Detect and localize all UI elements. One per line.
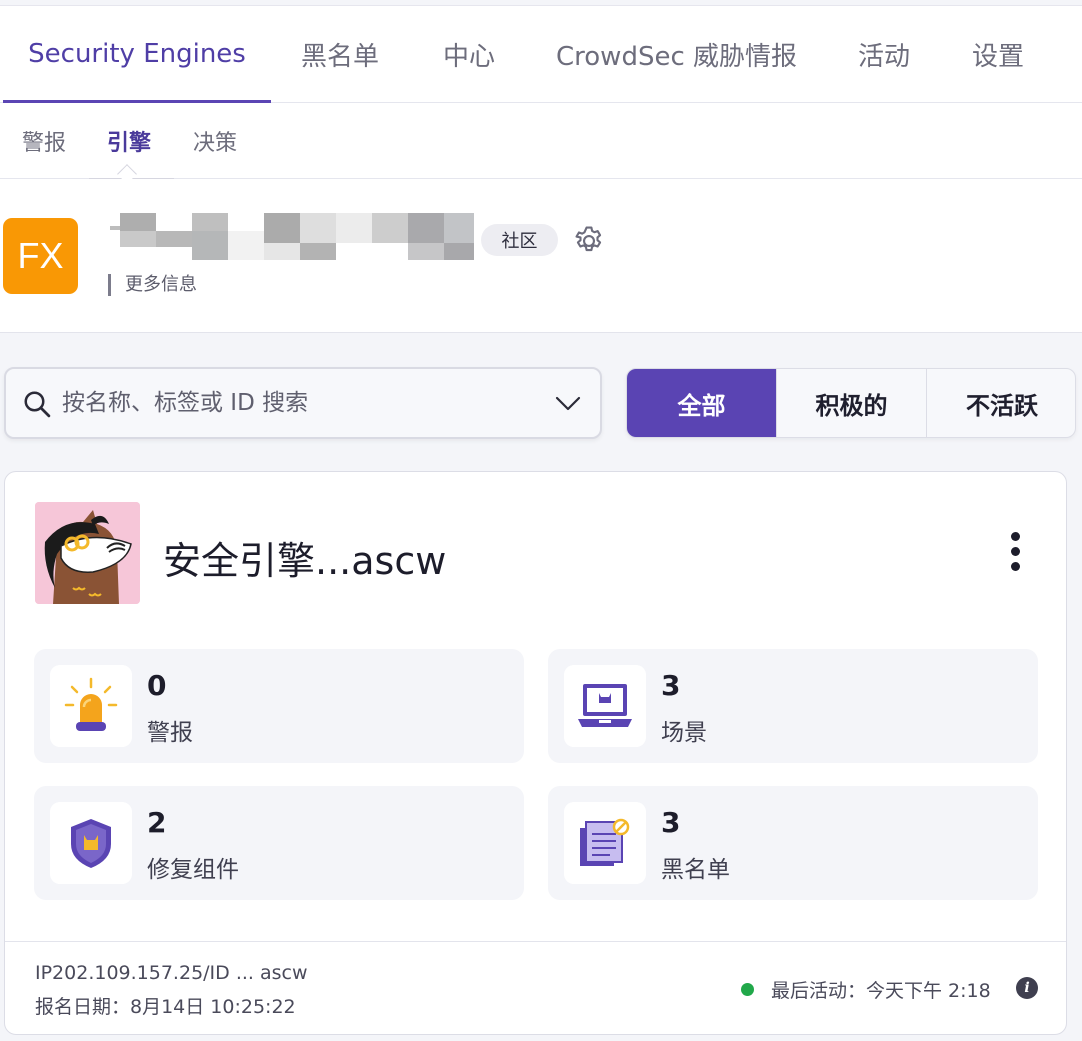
org-avatar: FX [3,218,78,294]
engine-enrolled-date: 报名日期：8月14日 10:25:22 [35,996,296,1018]
stat-alerts[interactable]: 0 警报 [34,649,524,763]
gear-icon[interactable] [572,224,606,258]
status-filter: 全部 积极的 不活跃 [626,368,1076,438]
search-icon [24,391,51,418]
tab-hub[interactable]: 中心 [443,6,495,102]
subtab-decisions[interactable]: 决策 [193,103,237,178]
tab-settings[interactable]: 设置 [972,6,1024,102]
tab-blocklists[interactable]: 黑名单 [301,6,379,102]
filter-inactive-button[interactable]: 不活跃 [927,369,1075,437]
status-dot-icon [741,983,754,996]
stat-scenarios[interactable]: 3 场景 [548,649,1038,763]
alert-siren-icon [50,665,132,747]
remediation-shield-icon [50,802,132,884]
blocklist-document-icon [564,802,646,884]
stat-blocklists-label: 黑名单 [661,857,730,883]
stat-remediation-label: 修复组件 [147,857,239,883]
tab-security-engines[interactable]: Security Engines [3,6,271,103]
stat-alerts-value: 0 [147,669,167,702]
tab-threat-intel[interactable]: CrowdSec 威胁情报 [556,6,797,102]
engine-card-footer: IP202.109.157.25/ID ... ascw 报名日期：8月14日 … [5,941,1066,1034]
stat-alerts-label: 警报 [147,720,193,746]
search-placeholder: 按名称、标签或 ID 搜索 [62,390,309,416]
scenario-laptop-icon [564,665,646,747]
more-options-icon[interactable] [1003,532,1027,576]
subtab-alerts[interactable]: 警报 [22,103,66,178]
stat-blocklists[interactable]: 3 黑名单 [548,786,1038,900]
stat-remediation-value: 2 [147,806,167,839]
search-input[interactable]: 按名称、标签或 ID 搜索 [4,367,602,439]
sub-tabs: 警报 引擎 决策 [0,103,1082,184]
stat-remediation-components[interactable]: 2 修复组件 [34,786,524,900]
engine-ip-id: IP202.109.157.25/ID ... ascw [35,962,308,984]
more-info-link[interactable]: 更多信息 [108,274,197,296]
engine-mascot-avatar [35,502,140,604]
stat-scenarios-value: 3 [661,669,681,702]
info-icon[interactable]: i [1016,977,1038,999]
page-header: Security Engines 黑名单 中心 CrowdSec 威胁情报 活动… [0,6,1082,333]
engine-last-active: 最后活动：今天下午 2:18 [771,980,991,1002]
filter-active-button[interactable]: 积极的 [777,369,926,437]
plan-badge: 社区 [481,224,558,256]
stat-blocklists-value: 3 [661,806,681,839]
engine-name[interactable]: 安全引擎...ascw [163,530,446,585]
tab-activity[interactable]: 活动 [858,6,910,102]
main-tabs: Security Engines 黑名单 中心 CrowdSec 威胁情报 活动… [0,6,1082,103]
stat-scenarios-label: 场景 [661,720,707,746]
filter-all-button[interactable]: 全部 [627,369,776,437]
chevron-down-icon[interactable] [554,391,582,415]
engine-card[interactable]: 安全引擎...ascw 0 警报 3 场景 2 修复组件 3 黑名单 IP202… [4,471,1067,1035]
